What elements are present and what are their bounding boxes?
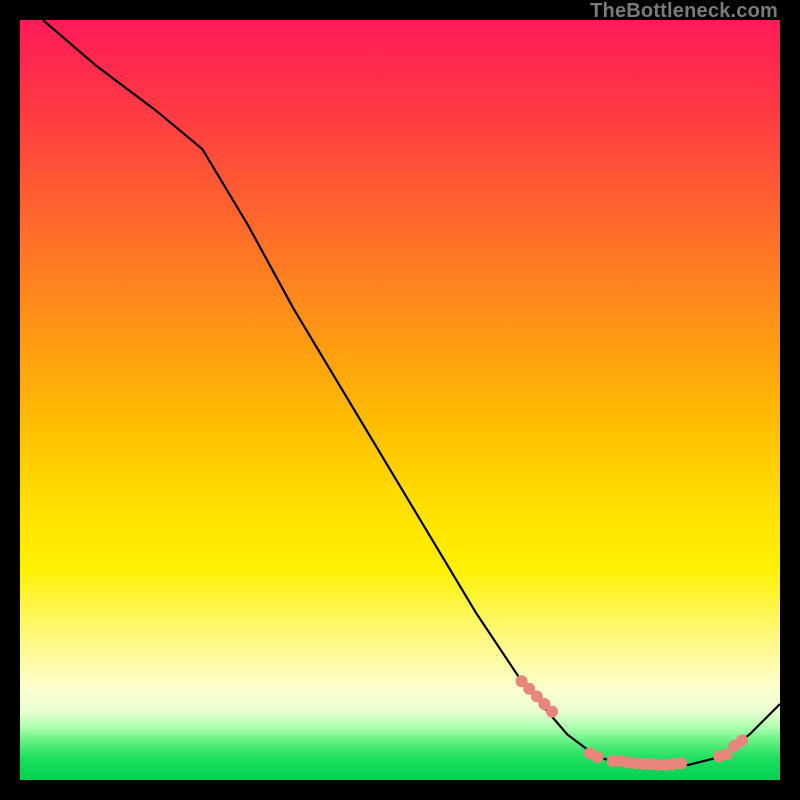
curve-line — [43, 20, 780, 765]
marker-dot — [592, 751, 604, 763]
chart-svg — [20, 20, 780, 780]
plot-area — [20, 20, 780, 780]
chart-frame: TheBottleneck.com — [0, 0, 800, 800]
series-curve — [43, 20, 780, 765]
series-markers — [516, 675, 748, 771]
marker-dot — [675, 757, 687, 769]
marker-dot — [546, 706, 558, 718]
marker-dot — [736, 735, 748, 747]
